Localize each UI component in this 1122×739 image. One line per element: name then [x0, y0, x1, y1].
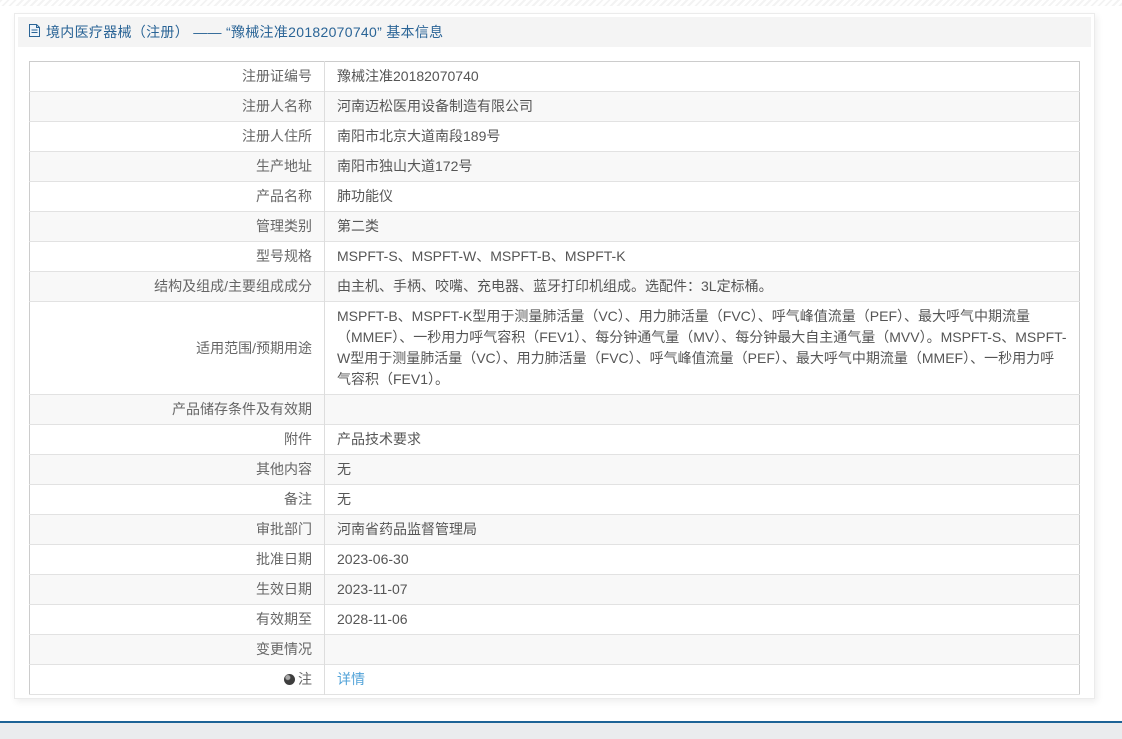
content-box: 境内医疗器械（注册） —— “豫械注准20182070740” 基本信息 注册证…	[14, 13, 1095, 699]
table-row: 附件 产品技术要求	[29, 424, 1080, 455]
row-label: 注册人住所	[29, 121, 325, 152]
table-row: 备注无	[29, 484, 1080, 515]
row-label: 备注	[29, 484, 325, 515]
row-value: 河南省药品监督管理局	[337, 521, 477, 537]
table-row: 适用范围/预期用途 MSPFT-B、MSPFT-K型用于测量肺活量（VC）、用力肺…	[29, 301, 1080, 395]
row-value: 2023-06-30	[337, 551, 409, 567]
row-label: 管理类别	[29, 211, 325, 242]
row-value: 第二类	[337, 218, 379, 234]
row-value	[325, 395, 1080, 425]
row-label: 有效期至	[29, 604, 325, 635]
row-label: 附件	[29, 424, 325, 455]
row-label: 注册人名称	[29, 91, 325, 122]
page-title-bar: 境内医疗器械（注册） —— “豫械注准20182070740” 基本信息	[18, 17, 1091, 47]
row-value: 河南迈松医用设备制造有限公司	[337, 98, 533, 114]
row-label: 注册证编号	[29, 61, 325, 92]
row-label: 适用范围/预期用途	[29, 301, 325, 395]
row-label: 型号规格	[29, 241, 325, 272]
row-value: 豫械注准20182070740	[337, 68, 479, 84]
table-row: 结构及组成/主要组成成分 由主机、手柄、咬嘴、充电器、蓝牙打印机组成。选配件：3L…	[29, 271, 1080, 302]
row-value: 肺功能仪	[337, 188, 393, 204]
table-row: 型号规格 MSPFT-S、MSPFT-W、MSPFT-B、MSPFT-K	[29, 241, 1080, 272]
row-label: 生产地址	[29, 151, 325, 182]
table-row: 批准日期 2023-06-30	[29, 544, 1080, 575]
row-label: 其他内容	[29, 454, 325, 485]
table-row: 注册证编号 豫械注准20182070740	[29, 61, 1080, 92]
row-value: 无	[337, 491, 351, 507]
row-label: 结构及组成/主要组成成分	[29, 271, 325, 302]
note-circle-icon	[284, 674, 295, 685]
footer-band	[0, 723, 1122, 739]
table-row: 注详情	[29, 664, 1080, 695]
page-title: 境内医疗器械（注册） —— “豫械注准20182070740” 基本信息	[46, 24, 444, 40]
row-value: 无	[337, 461, 351, 477]
table-row: 注册人住所 南阳市北京大道南段189号	[29, 121, 1080, 152]
row-label: 注	[29, 664, 325, 695]
document-icon	[28, 23, 41, 43]
row-value: 由主机、手柄、咬嘴、充电器、蓝牙打印机组成。选配件：3L定标桶。	[337, 278, 773, 294]
row-value: 南阳市北京大道南段189号	[337, 128, 501, 144]
table-row: 审批部门 河南省药品监督管理局	[29, 514, 1080, 545]
row-label: 生效日期	[29, 574, 325, 605]
row-value: MSPFT-S、MSPFT-W、MSPFT-B、MSPFT-K	[337, 248, 626, 264]
info-table: 注册证编号 豫械注准20182070740 注册人名称 河南迈松医用设备制造有限公司注…	[29, 61, 1080, 695]
table-row: 管理类别 第二类	[29, 211, 1080, 242]
detail-link[interactable]: 详情	[337, 671, 365, 687]
row-value: 2028-11-06	[337, 611, 408, 627]
row-label: 批准日期	[29, 544, 325, 575]
row-value: MSPFT-B、MSPFT-K型用于测量肺活量（VC）、用力肺活量（FVC）、呼…	[337, 308, 1067, 387]
row-value: 南阳市独山大道172号	[337, 158, 473, 174]
table-row: 有效期至 2028-11-06	[29, 604, 1080, 635]
top-stripe-texture	[0, 0, 1122, 6]
row-value: 2023-11-07	[337, 581, 408, 597]
table-row: 产品储存条件及有效期	[29, 394, 1080, 425]
table-row: 生效日期 2023-11-07	[29, 574, 1080, 605]
table-row: 其他内容无	[29, 454, 1080, 485]
row-value: 详情	[325, 665, 1080, 695]
row-value	[325, 635, 1080, 665]
table-row: 变更情况	[29, 634, 1080, 665]
row-value: 产品技术要求	[337, 431, 421, 447]
row-label: 变更情况	[29, 634, 325, 665]
row-label: 审批部门	[29, 514, 325, 545]
table-row: 注册人名称 河南迈松医用设备制造有限公司	[29, 91, 1080, 122]
row-label: 产品储存条件及有效期	[29, 394, 325, 425]
table-row: 生产地址 南阳市独山大道172号	[29, 151, 1080, 182]
table-row: 产品名称 肺功能仪	[29, 181, 1080, 212]
row-label: 产品名称	[29, 181, 325, 212]
info-table-body: 注册证编号 豫械注准20182070740 注册人名称 河南迈松医用设备制造有限公司注…	[29, 61, 1080, 695]
